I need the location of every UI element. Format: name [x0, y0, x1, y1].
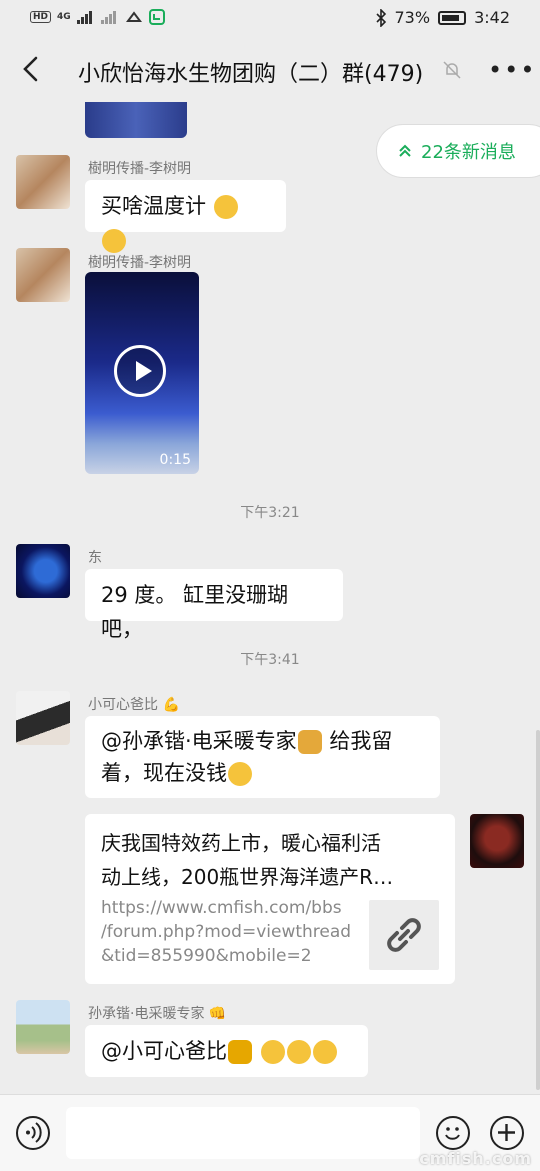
grinning-emoji-icon: [213, 195, 238, 219]
more-options-icon[interactable]: •••: [488, 56, 534, 84]
back-arrow-icon[interactable]: [18, 54, 44, 84]
emoji-button[interactable]: [436, 1116, 470, 1150]
chat-header: 小欣怡海水生物团购（二）群(479) •••: [0, 40, 540, 102]
signal-2-icon: [100, 11, 116, 24]
chat-title: 小欣怡海水生物团购（二）群(479): [78, 62, 424, 87]
status-time: 3:42: [474, 8, 510, 27]
message-text: 买啥温度计: [101, 194, 206, 218]
message-bubble[interactable]: 买啥温度计: [85, 180, 286, 253]
avatar[interactable]: [16, 248, 70, 302]
muscle-emoji-icon: [228, 1040, 252, 1064]
link-title-line: 动上线，200瓶世界海洋遗产R…: [101, 865, 394, 889]
message-text-line1: @孙承锴·电采暖专家 给我留: [101, 725, 424, 757]
signal-icon: [76, 11, 92, 24]
network-4g-icon: 4G: [57, 12, 71, 22]
sender-name-text: 小可心爸比: [88, 697, 158, 713]
mention[interactable]: @小可心爸比: [101, 1039, 227, 1063]
video-message[interactable]: 0:15: [85, 272, 199, 474]
link-card-message[interactable]: 庆我国特效药上市，暖心福利活 动上线，200瓶世界海洋遗产R… https://…: [85, 814, 455, 984]
fist-emoji-icon: 👊: [208, 1006, 227, 1022]
status-left-icons: HD 4G: [30, 9, 165, 25]
sender-name: 东: [88, 550, 102, 566]
new-messages-button[interactable]: 22条新消息: [376, 124, 540, 178]
video-duration: 0:15: [159, 452, 191, 468]
crying-laughing-emoji-icon: [312, 1040, 337, 1064]
avatar[interactable]: [16, 691, 70, 745]
watermark: cmfish.com: [419, 1149, 532, 1168]
crying-laughing-emoji-icon: [286, 1040, 311, 1064]
message-text: 29 度。 缸里没珊瑚吧，: [101, 583, 289, 641]
avatar[interactable]: [16, 155, 70, 209]
message-text: 着，现在没钱: [101, 761, 227, 785]
plus-icon: [498, 1124, 515, 1141]
double-chevron-up-icon: [399, 144, 411, 157]
crying-laughing-emoji-icon: [260, 1040, 285, 1064]
sender-name: 小可心爸比 💪: [88, 694, 180, 714]
link-thumbnail: [369, 900, 439, 970]
status-right: 73% 3:42: [375, 8, 510, 27]
message-bubble[interactable]: @小可心爸比: [85, 1025, 368, 1077]
battery-percent: 73%: [394, 8, 431, 27]
link-url-line: &tid=855990&mobile=2: [101, 946, 312, 966]
message-text-line2: 着，现在没钱: [101, 757, 424, 789]
voice-input-button[interactable]: [16, 1116, 50, 1150]
message-bubble[interactable]: @孙承锴·电采暖专家 给我留 着，现在没钱: [85, 716, 440, 798]
avatar[interactable]: [16, 544, 70, 598]
link-title: 庆我国特效药上市，暖心福利活 动上线，200瓶世界海洋遗产R…: [101, 826, 441, 894]
scrollbar[interactable]: [536, 730, 540, 1090]
link-url-line: /forum.php?mod=viewthread: [101, 922, 352, 942]
message-text: 给我留: [322, 729, 393, 753]
fist-emoji-icon: [297, 730, 322, 754]
kissing-emoji-icon: [228, 762, 252, 786]
app-icon: [148, 9, 165, 25]
muscle-emoji-icon: 💪: [162, 697, 180, 713]
message-input[interactable]: [66, 1107, 420, 1159]
previous-image-message[interactable]: [85, 102, 187, 138]
battery-icon: [438, 10, 467, 25]
more-functions-button[interactable]: [490, 1116, 524, 1150]
thinking-emoji-icon: [102, 229, 126, 253]
own-avatar[interactable]: [470, 814, 524, 868]
sender-name: 樹明传播-李树明: [88, 161, 192, 177]
play-icon[interactable]: [114, 345, 166, 397]
sender-name: 樹明传播-李树明: [88, 255, 192, 271]
mute-bell-icon: [443, 61, 461, 79]
avatar[interactable]: [16, 1000, 70, 1054]
timestamp: 下午3:21: [240, 505, 300, 521]
bluetooth-icon: [375, 8, 386, 27]
link-url: https://www.cmfish.com/bbs /forum.php?mo…: [101, 896, 353, 968]
link-title-line: 庆我国特效药上市，暖心福利活: [101, 831, 381, 855]
timestamp: 下午3:41: [240, 652, 300, 668]
link-url-line: https://www.cmfish.com/bbs: [101, 898, 342, 918]
alarm-icon: [125, 11, 142, 22]
sender-name: 孙承锴·电采暖专家 👊: [88, 1003, 226, 1023]
sender-name-text: 孙承锴·电采暖专家: [88, 1006, 205, 1022]
message-bubble[interactable]: 29 度。 缸里没珊瑚吧，: [85, 569, 343, 641]
smiley-icon: [445, 1127, 460, 1140]
status-bar: HD 4G 73% 3:42: [0, 0, 540, 40]
mention[interactable]: @孙承锴·电采暖专家: [101, 729, 297, 753]
voice-icon: [26, 1122, 42, 1143]
hd-icon: HD: [30, 11, 52, 23]
new-messages-label: 22条新消息: [421, 142, 516, 163]
link-icon: [387, 918, 421, 952]
